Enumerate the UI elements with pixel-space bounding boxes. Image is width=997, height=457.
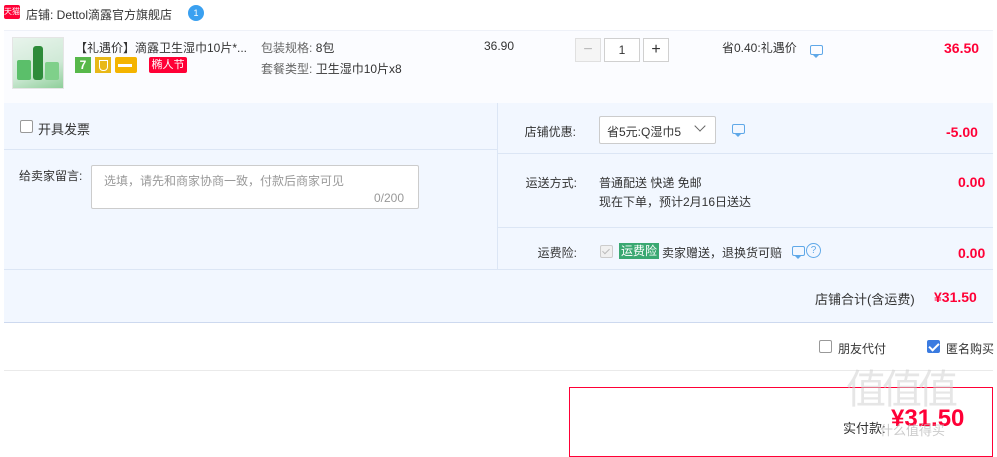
divider <box>4 269 993 270</box>
shipping-eta: 现在下单，预计2月16日送达 <box>599 195 752 209</box>
product-thumbnail[interactable] <box>12 37 64 89</box>
shipping-amount: 0.00 <box>958 174 986 190</box>
divider <box>498 227 993 228</box>
divider <box>4 370 993 371</box>
guarantee-icon <box>95 57 111 73</box>
spec-package-label: 包装规格: <box>261 41 313 55</box>
watermark-url: 什么值得买 <box>880 423 946 438</box>
coupon-info-icon[interactable] <box>732 124 745 137</box>
store-coupon-amount: -5.00 <box>946 124 978 140</box>
divider <box>498 153 993 154</box>
store-coupon-label: 店铺优惠: <box>524 125 576 139</box>
invoice-label[interactable]: 开具发票 <box>38 119 90 138</box>
spec-bundle-value: 卫生湿巾10片x8 <box>315 62 402 76</box>
item-subtotal: 36.50 <box>944 40 980 56</box>
divider <box>4 149 497 150</box>
anonymous-purchase-checkbox[interactable] <box>927 340 940 353</box>
discount-info-icon[interactable] <box>810 45 823 58</box>
shipping-insurance-checkbox <box>600 245 613 258</box>
store-coupon-value[interactable]: 省5元:Q湿巾5 <box>607 123 681 140</box>
store-name[interactable]: 店铺: Dettol滴露官方旗舰店 <box>26 6 172 23</box>
festival-badge: 椭人节 <box>149 57 187 73</box>
seller-message-counter: 0/200 <box>374 191 405 205</box>
spec-package: 包装规格: 8包 <box>261 39 334 56</box>
friend-pay-label[interactable]: 朋友代付 <box>838 340 886 357</box>
quantity-decrease-button[interactable]: − <box>575 38 601 62</box>
seller-message-placeholder: 选填，请先和商家协商一致，付款后商家可见 <box>104 174 345 188</box>
credit-card-icon <box>115 57 137 73</box>
tmall-logo-icon: 天猫 <box>4 5 20 19</box>
seven-day-return-icon: 7 <box>75 57 91 73</box>
store-header: 天猫 店铺: Dettol滴露官方旗舰店 1 <box>0 0 997 26</box>
friend-pay-checkbox[interactable] <box>819 340 832 353</box>
spec-package-value: 8包 <box>315 41 335 55</box>
shipping-label: 运送方式: <box>525 176 577 190</box>
quantity-input[interactable]: 1 <box>604 38 640 62</box>
invoice-checkbox[interactable] <box>20 120 33 133</box>
store-total-value: ¥31.50 <box>934 289 977 305</box>
shipping-method: 普通配送 快递 免邮 <box>599 176 702 190</box>
discount-note: 省0.40:礼遇价 <box>722 41 797 55</box>
shipping-insurance-tag: 运费险 <box>619 243 660 259</box>
spec-bundle-label: 套餐类型: <box>261 62 313 76</box>
shipping-insurance-amount: 0.00 <box>958 245 986 261</box>
watermark: 值值值 <box>846 368 958 412</box>
insurance-chat-icon[interactable] <box>792 246 805 259</box>
shipping-insurance-label: 运费险: <box>537 246 577 260</box>
quantity-increase-button[interactable]: + <box>643 38 669 62</box>
spec-bundle: 套餐类型: 卫生湿巾10片x8 <box>261 60 402 77</box>
seller-message-label: 给卖家留言: <box>19 169 83 183</box>
help-icon[interactable]: ? <box>806 243 821 258</box>
unit-price: 36.90 <box>484 39 515 53</box>
product-title[interactable]: 【礼遇价】滴露卫生湿巾10片*... <box>75 39 255 56</box>
anonymous-purchase-label[interactable]: 匿名购买 <box>946 340 994 357</box>
shipping-insurance-desc: 卖家赠送，退换货可赔 <box>662 246 783 260</box>
store-total-label: 店铺合计(含运费) <box>815 292 915 307</box>
wangwang-chat-icon[interactable]: 1 <box>188 5 204 21</box>
